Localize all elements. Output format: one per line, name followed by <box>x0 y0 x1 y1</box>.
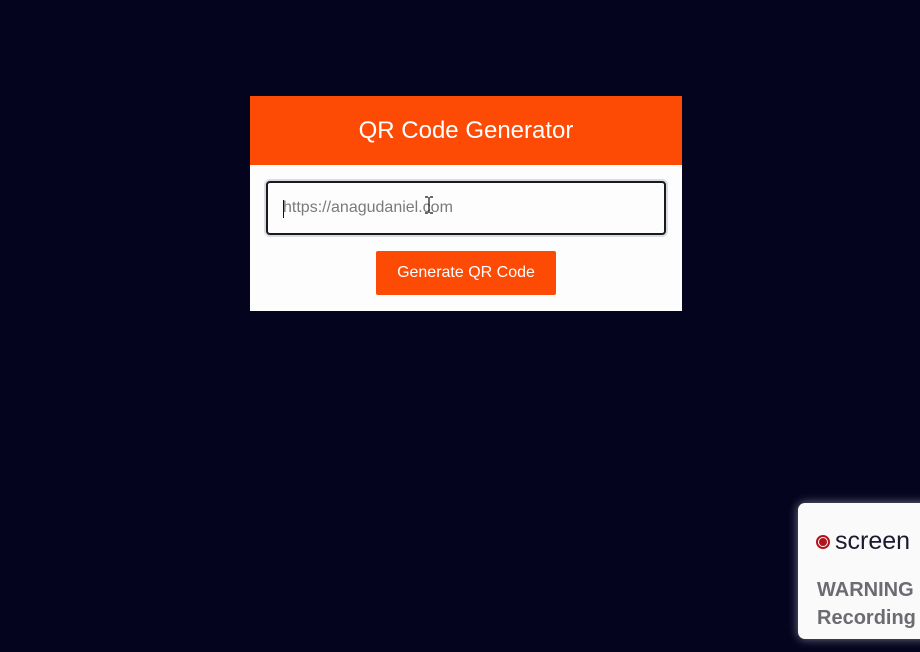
qr-generator-card: QR Code Generator Generate QR Code <box>250 96 682 311</box>
record-dot-icon <box>816 534 830 549</box>
screen-recorder-widget[interactable]: screen WARNING Recording <box>798 503 920 639</box>
page-title: QR Code Generator <box>358 116 574 144</box>
generate-qr-button[interactable]: Generate QR Code <box>376 251 556 295</box>
recorder-warning: WARNING <box>817 579 914 601</box>
page-background: QR Code Generator Generate QR Code scree… <box>0 0 920 652</box>
url-input[interactable] <box>266 181 666 235</box>
recorder-status: Recording <box>817 607 916 629</box>
record-dot-inner <box>819 537 827 546</box>
card-header: QR Code Generator <box>250 96 682 165</box>
recorder-brand-name: screen <box>835 527 911 555</box>
recorder-brand: screen <box>816 527 910 556</box>
i-beam-cursor-icon <box>425 196 433 214</box>
text-caret <box>283 200 284 218</box>
